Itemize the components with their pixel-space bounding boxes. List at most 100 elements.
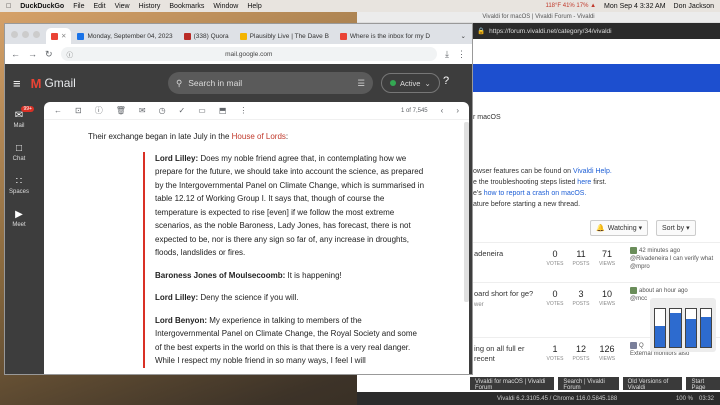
menu-dots-icon[interactable]: ⋮	[457, 49, 466, 60]
menu-bookmarks[interactable]: Bookmarks	[169, 3, 204, 10]
rail-meet[interactable]: ▶ Meet	[12, 209, 25, 228]
meter-fill	[685, 318, 696, 347]
menu-history[interactable]: History	[139, 3, 161, 10]
report-spam-icon[interactable]: ⓘ	[95, 105, 103, 116]
browser-tab[interactable]: Monday, September 04, 2023	[72, 28, 177, 44]
vivaldi-tab[interactable]: Old Versions of Vivaldi	[622, 377, 683, 391]
menubar-datetime[interactable]: Mon Sep 4 3:32 AM	[604, 3, 665, 10]
menu-view[interactable]: View	[115, 3, 130, 10]
vivaldi-tab-bar: Vivaldi for macOS | Vivaldi Forum Search…	[470, 377, 720, 391]
snooze-icon[interactable]: ◷	[159, 106, 166, 115]
tab-search-icon[interactable]: ⌄	[456, 28, 472, 44]
meter-bar	[654, 308, 667, 348]
system-stats: 118°F 41% 17% ▲	[545, 3, 597, 9]
browser-tab[interactable]: (338) Quora	[179, 28, 234, 44]
browser-toolbar: ← → ↻ ⓘ mail.google.com ⤓ ⋮	[5, 44, 472, 64]
newer-icon[interactable]: ‹	[441, 106, 444, 115]
close-window-button[interactable]	[11, 31, 18, 38]
menu-edit[interactable]: Edit	[94, 3, 106, 10]
add-task-icon[interactable]: ✓	[179, 106, 186, 115]
menubar-app-name[interactable]: DuckDuckGo	[20, 3, 64, 10]
forward-icon[interactable]: →	[28, 49, 37, 59]
here-link[interactable]: here	[577, 179, 591, 186]
gmail-favicon	[51, 32, 58, 40]
vivaldi-tab[interactable]: Start Page	[686, 377, 720, 391]
forum-header-band	[470, 64, 720, 92]
chrome-window: ✕ Monday, September 04, 2023 (338) Quora…	[4, 23, 473, 375]
main-menu-icon[interactable]: ≡	[13, 76, 21, 91]
zoom-level[interactable]: 100 %	[676, 396, 693, 402]
topic-title[interactable]: adeneira	[474, 249, 544, 259]
sort-button[interactable]: Sort by ▾	[656, 220, 696, 236]
topic-title[interactable]: oard short for ge? wer	[474, 289, 544, 310]
vivaldi-url[interactable]: https://forum.vivaldi.net/category/34/vi…	[489, 28, 611, 35]
move-to-icon[interactable]: ▭	[198, 106, 206, 115]
status-dot	[390, 80, 396, 86]
topic-row[interactable]: adeneira 0 VOTES 11 POSTS 71 VIEWS 42 minut…	[470, 242, 720, 282]
rail-mail[interactable]: ✉ 99+ Mail	[13, 106, 34, 129]
search-icon[interactable]: ⚲	[176, 78, 182, 89]
site-info-icon[interactable]: ⓘ	[67, 49, 74, 59]
gmail-favicon	[339, 32, 347, 40]
search-options-icon[interactable]: ☰	[357, 78, 365, 89]
vivaldi-tab[interactable]: Vivaldi for macOS | Vivaldi Forum	[470, 377, 555, 391]
vivaldi-title: Vivaldi for macOS | Vivaldi Forum - Viva…	[357, 12, 720, 23]
gmail-body: ✉ 99+ Mail □ Chat ∷ Spaces ▶ Meet ← ⊡ ⓘ	[5, 102, 472, 374]
label-icon[interactable]: ⬒	[219, 106, 227, 115]
vivaldi-tab[interactable]: Search | Vivaldi Forum	[558, 377, 619, 391]
gmail-m-icon: M	[30, 75, 42, 91]
older-icon[interactable]: ›	[456, 106, 459, 115]
tab-gmail[interactable]: ✕	[46, 28, 72, 44]
meter-bar	[669, 308, 682, 348]
back-icon[interactable]: ←	[11, 49, 20, 59]
topic-title[interactable]: ing on all full er recent	[474, 344, 544, 364]
archive-icon[interactable]: ⊡	[75, 106, 82, 115]
scrollbar[interactable]	[464, 122, 469, 302]
activity-monitor-widget	[650, 298, 716, 352]
message-pane: ← ⊡ ⓘ 🗑 ✉ ◷ ✓ ▭ ⬒ ⋮ 1 of 7,545 ‹ › Their…	[44, 102, 469, 374]
apple-icon[interactable]: 	[6, 3, 11, 10]
download-icon[interactable]: ⤓	[445, 49, 449, 60]
forum-info-line: ature before starting a new thread.	[473, 201, 581, 208]
message-toolbar: ← ⊡ ⓘ 🗑 ✉ ◷ ✓ ▭ ⬒ ⋮ 1 of 7,545 ‹ ›	[44, 102, 469, 120]
help-icon[interactable]: ?	[443, 75, 449, 87]
bell-icon: 🔔	[596, 225, 605, 232]
back-to-inbox-icon[interactable]: ←	[54, 106, 62, 115]
minimize-window-button[interactable]	[22, 31, 29, 38]
crash-report-link[interactable]: how to report a crash on macOS.	[484, 190, 587, 197]
status-button[interactable]: Active ⌄	[381, 73, 440, 93]
menu-file[interactable]: File	[73, 3, 84, 10]
delete-icon[interactable]: 🗑	[116, 106, 126, 115]
menu-help[interactable]: Help	[247, 3, 261, 10]
vivaldi-help-link[interactable]: Vivaldi Help.	[573, 168, 612, 175]
house-of-lords-link[interactable]: House of Lords	[232, 132, 286, 141]
search-input[interactable]: ⚲ Search in mail ☰	[168, 72, 373, 94]
menubar-user[interactable]: Don Jackson	[674, 3, 714, 10]
close-tab-icon[interactable]: ✕	[61, 32, 66, 40]
more-icon[interactable]: ⋮	[239, 106, 247, 115]
posts-count: 12 POSTS	[572, 344, 590, 362]
browser-tab[interactable]: Where is the inbox for my D	[335, 28, 435, 44]
recent-reply[interactable]: 42 minutes ago @Rivadeneira I can verify …	[630, 247, 715, 271]
votes-count: 0 VOTES	[546, 289, 564, 307]
browser-tab[interactable]: Plausibly Live | The Dave B	[235, 28, 334, 44]
quora-icon	[183, 32, 191, 40]
forum-info-line: owser features can be found on Vivaldi H…	[473, 168, 612, 175]
address-bar[interactable]: ⓘ mail.google.com	[60, 47, 438, 61]
quote-block: Lord Lilley: Does my noble friend agree …	[143, 151, 425, 368]
avatar	[630, 287, 637, 294]
quote-paragraph: Baroness Jones of Moulsecoomb: It is hap…	[155, 270, 342, 280]
quote-paragraph: Lord Lilley: Does my noble friend agree …	[155, 153, 425, 258]
zoom-window-button[interactable]	[33, 31, 40, 38]
watching-button[interactable]: 🔔 Watching ▾	[590, 220, 649, 236]
rail-spaces[interactable]: ∷ Spaces	[9, 176, 29, 195]
lock-icon: 🔒	[477, 28, 486, 35]
menu-window[interactable]: Window	[213, 3, 238, 10]
gmail-logo[interactable]: M Gmail	[31, 76, 76, 91]
mark-unread-icon[interactable]: ✉	[139, 106, 146, 115]
reload-icon[interactable]: ↻	[45, 49, 53, 60]
rail-chat[interactable]: □ Chat	[13, 143, 26, 162]
status-clock: 03:32	[698, 395, 714, 402]
address-url[interactable]: mail.google.com	[225, 51, 272, 58]
views-count: 126 VIEWS	[598, 344, 616, 362]
